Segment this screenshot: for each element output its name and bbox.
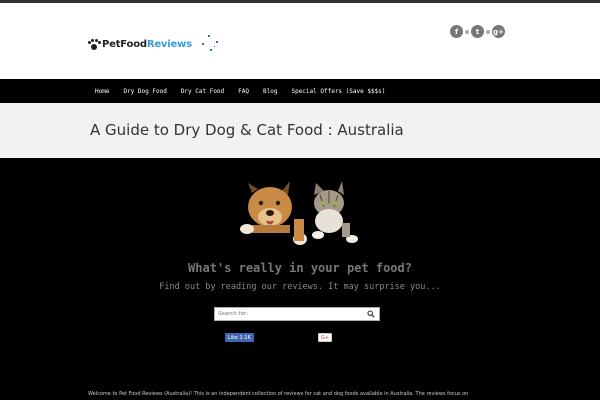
dog-and-cat-image [240, 181, 358, 245]
logo-text-reviews: Reviews [146, 39, 192, 50]
facebook-icon[interactable]: f [450, 25, 463, 38]
cat-illustration [312, 181, 358, 243]
hero-subline: Find out by reading our reviews. It may … [159, 282, 441, 292]
southern-cross-icon [200, 33, 222, 53]
nav-item-home[interactable]: Home [88, 88, 116, 95]
separator-dot [486, 29, 490, 34]
google-plus-button[interactable]: G+ [318, 333, 332, 342]
separator-dot [465, 29, 469, 34]
paw-icon [88, 38, 101, 50]
facebook-like-button[interactable]: Like 1.1K [225, 333, 254, 342]
hero-headline: What's really in your pet food? [188, 261, 412, 275]
social-links: f t g+ [450, 25, 505, 38]
logo-text-petfood: PetFood [102, 39, 147, 50]
nav-item-blog[interactable]: Blog [256, 88, 284, 95]
google-plus-icon[interactable]: g+ [492, 25, 505, 38]
dog-illustration [240, 181, 307, 245]
site-header: PetFood Reviews f t g+ [0, 3, 600, 79]
twitter-icon[interactable]: t [471, 25, 484, 38]
search-box [214, 307, 380, 321]
page-title: A Guide to Dry Dog & Cat Food : Australi… [90, 121, 404, 139]
nav-item-dry-dog-food[interactable]: Dry Dog Food [116, 88, 173, 95]
main-nav: Home Dry Dog Food Dry Cat Food FAQ Blog … [0, 79, 600, 103]
intro-text: Welcome to Pet Food Reviews (Australia)!… [88, 391, 469, 397]
site-logo[interactable]: PetFood Reviews [88, 38, 192, 50]
nav-item-special-offers[interactable]: Special Offers (Save $$$s) [284, 88, 392, 95]
search-input[interactable] [218, 309, 358, 319]
nav-item-faq[interactable]: FAQ [231, 88, 256, 95]
nav-item-dry-cat-food[interactable]: Dry Cat Food [174, 88, 231, 95]
search-icon[interactable] [367, 310, 375, 318]
